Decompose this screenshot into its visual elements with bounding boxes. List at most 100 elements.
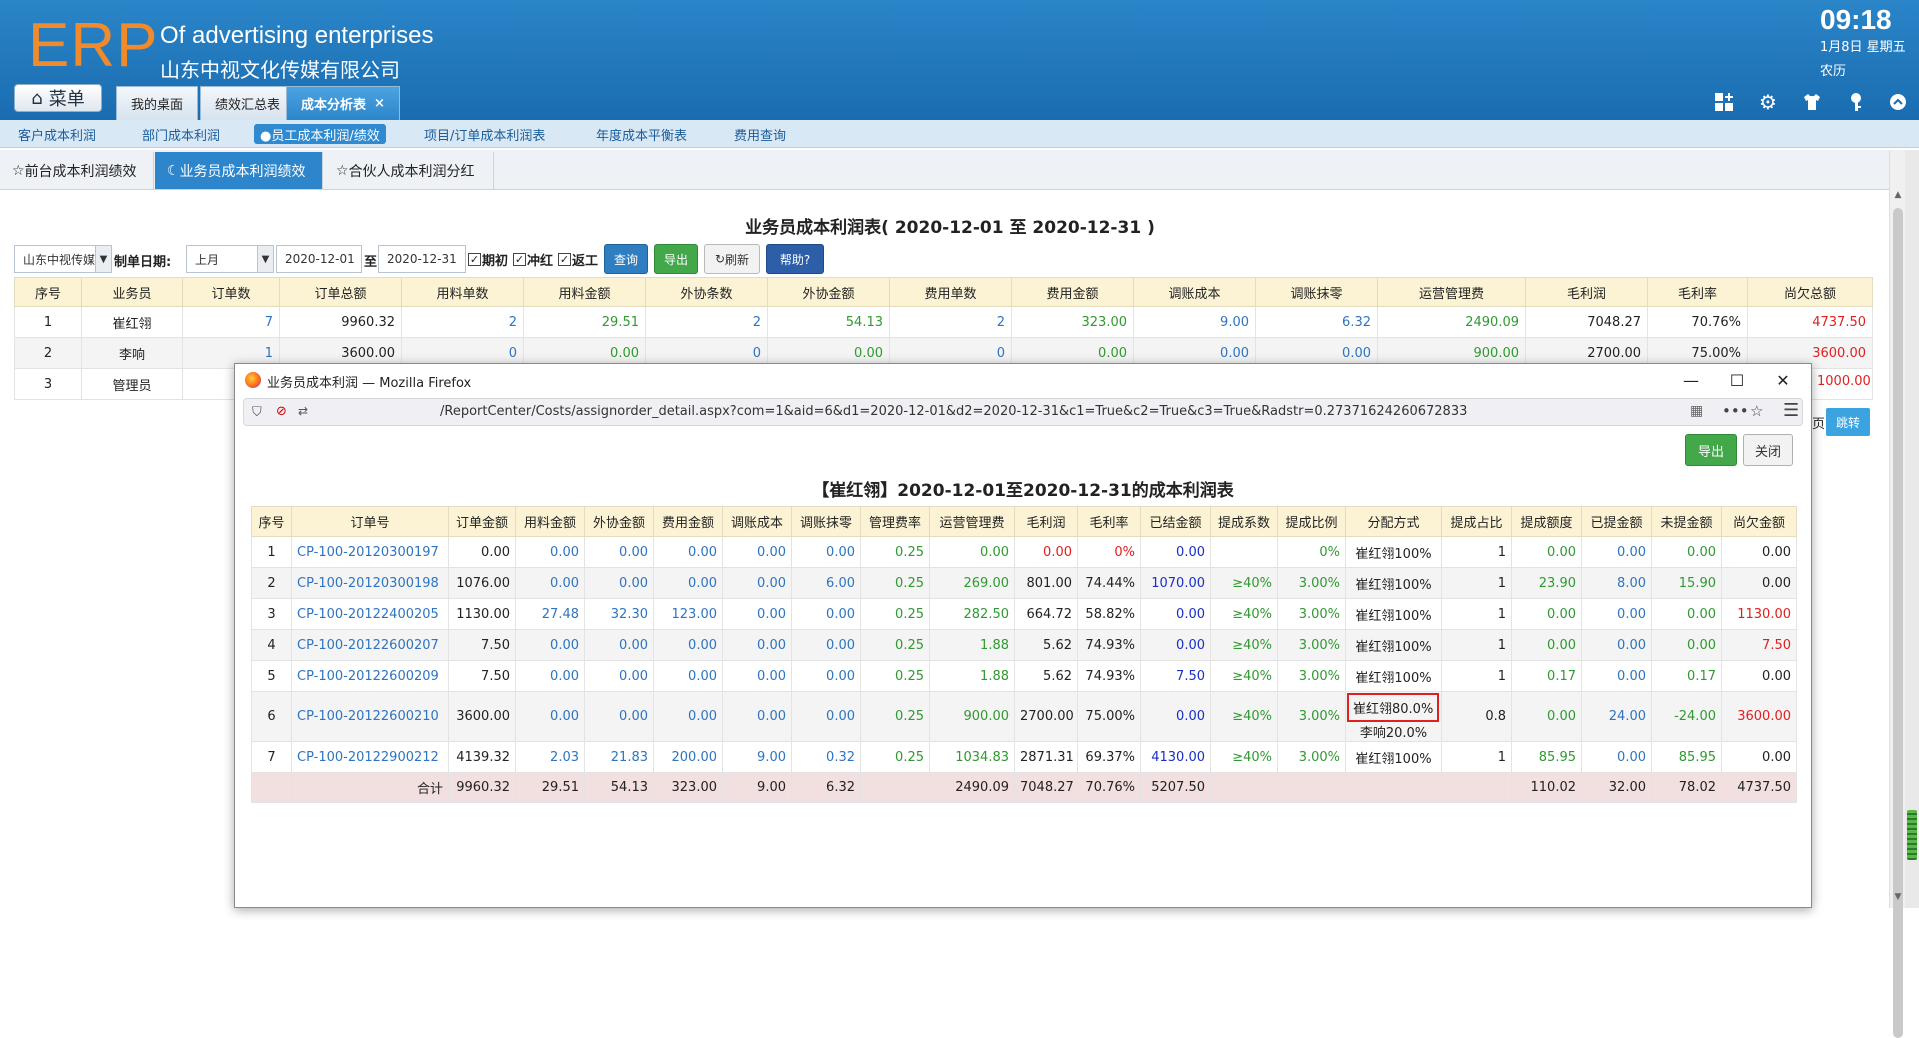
column-header[interactable]: 毛利润 xyxy=(1014,506,1078,537)
table-row[interactable]: 5 CP-100-20122600209 7.50 0.00 0.00 0.00 0.00 0… xyxy=(251,660,1797,692)
url-bar[interactable]: ⛉ ⊘ ⇄ /ReportCenter/Costs/assignorder_de… xyxy=(243,398,1803,426)
table-row[interactable]: 1 崔红翎 7 9960.32 2 29.51 2 54.13 2 323.00… xyxy=(14,306,1873,338)
subnav-expense-query[interactable]: 费用查询 xyxy=(728,124,792,144)
order-number-link[interactable]: CP-100-20122600210 xyxy=(291,691,449,742)
column-header[interactable]: 调账抹零 xyxy=(1255,277,1378,307)
shield-icon[interactable]: ⛉ xyxy=(252,405,262,420)
hamburger-menu-icon[interactable]: ☰ xyxy=(1783,400,1799,421)
date-from-input[interactable]: 2020-12-01 xyxy=(276,245,362,273)
column-header[interactable]: 订单金额 xyxy=(448,506,516,537)
column-header[interactable]: 运营管理费 xyxy=(929,506,1015,537)
url-text[interactable]: /ReportCenter/Costs/assignorder_detail.a… xyxy=(440,404,1467,419)
key-icon[interactable] xyxy=(1844,90,1868,114)
column-header[interactable]: 尚欠总额 xyxy=(1747,277,1873,307)
column-header[interactable]: 调账成本 xyxy=(1133,277,1256,307)
column-header[interactable]: 订单总额 xyxy=(279,277,402,307)
scrollbar-thumb[interactable] xyxy=(1893,208,1903,1038)
scroll-up-icon[interactable]: ▲ xyxy=(1890,190,1906,204)
permissions-icon[interactable]: ⇄ xyxy=(298,404,308,418)
minimize-icon[interactable]: — xyxy=(1671,368,1711,392)
collapse-icon[interactable] xyxy=(1886,90,1910,114)
material-count-link[interactable]: 2 xyxy=(401,306,524,338)
tab-cost-analysis[interactable]: 成本分析表 × xyxy=(286,86,400,120)
tab-salesman-profit[interactable]: ☾ 业务员成本利润绩效 xyxy=(155,152,323,189)
reversal-checkbox[interactable]: ✓ 冲红 xyxy=(513,250,553,269)
page-scrollbar[interactable]: ▲ ▼ xyxy=(1889,150,1906,1038)
column-header[interactable]: 调账成本 xyxy=(722,506,792,537)
expense-count-link[interactable]: 2 xyxy=(889,306,1012,338)
table-row[interactable]: 1 CP-100-20120300197 0.00 0.00 0.00 0.00 0.00 0… xyxy=(251,536,1797,568)
table-row[interactable]: 4 CP-100-20122600207 7.50 0.00 0.00 0.00 0.00 0… xyxy=(251,629,1797,661)
order-number-link[interactable]: CP-100-20122900212 xyxy=(291,741,449,773)
order-count-link[interactable]: 7 xyxy=(182,306,280,338)
bookmark-star-icon[interactable]: ☆ xyxy=(1750,402,1763,420)
order-number-link[interactable]: CP-100-20122600209 xyxy=(291,660,449,692)
insecure-lock-icon[interactable]: ⊘ xyxy=(276,404,287,419)
column-header[interactable]: 用料金额 xyxy=(523,277,646,307)
column-header[interactable]: 未提金额 xyxy=(1651,506,1722,537)
rework-checkbox[interactable]: ✓ 返工 xyxy=(558,250,598,269)
maximize-icon[interactable]: ☐ xyxy=(1717,368,1757,392)
column-header[interactable]: 外协条数 xyxy=(645,277,768,307)
column-header[interactable]: 毛利润 xyxy=(1525,277,1648,307)
column-header[interactable]: 尚欠金额 xyxy=(1721,506,1797,537)
order-number-link[interactable]: CP-100-20120300197 xyxy=(291,536,449,568)
column-header[interactable]: 序号 xyxy=(251,506,292,537)
order-number-link[interactable]: CP-100-20122600207 xyxy=(291,629,449,661)
order-number-link[interactable]: CP-100-20120300198 xyxy=(291,567,449,599)
jump-button[interactable]: 跳转 xyxy=(1826,408,1870,436)
close-icon[interactable]: × xyxy=(374,96,385,111)
more-actions-icon[interactable]: ••• xyxy=(1722,402,1749,420)
adjust-rounding[interactable]: 6.32 xyxy=(1255,306,1378,338)
column-header[interactable]: 订单数 xyxy=(182,277,280,307)
table-row[interactable]: 7 CP-100-20122900212 4139.32 2.03 21.83 200.0… xyxy=(251,741,1797,773)
subnav-department-profit[interactable]: 部门成本利润 xyxy=(136,124,226,144)
column-header[interactable]: 管理费率 xyxy=(860,506,930,537)
popup-export-button[interactable]: 导出 xyxy=(1685,434,1737,466)
popup-close-button[interactable]: 关闭 xyxy=(1743,434,1793,466)
column-header[interactable]: 费用金额 xyxy=(653,506,723,537)
period-select[interactable]: 上月 ▼ xyxy=(186,245,274,273)
qr-code-icon[interactable]: ▦ xyxy=(1690,403,1703,419)
subnav-customer-profit[interactable]: 客户成本利润 xyxy=(12,124,102,144)
menu-button[interactable]: ⌂ 菜单 xyxy=(14,84,102,112)
column-header[interactable]: 调账抹零 xyxy=(791,506,861,537)
opening-checkbox[interactable]: ✓ 期初 xyxy=(468,250,508,269)
table-row[interactable]: 6 CP-100-20122600210 3600.00 0.00 0.00 0.00 0.… xyxy=(251,691,1797,742)
shirt-icon[interactable] xyxy=(1800,90,1824,114)
column-header[interactable]: 外协金额 xyxy=(767,277,890,307)
column-header[interactable]: 分配方式 xyxy=(1345,506,1442,537)
column-header[interactable]: 费用单数 xyxy=(889,277,1012,307)
outsource-count-link[interactable]: 2 xyxy=(645,306,768,338)
refresh-button[interactable]: ↻ 刷新 xyxy=(704,244,760,274)
column-header[interactable]: 用料单数 xyxy=(401,277,524,307)
column-header[interactable]: 费用金额 xyxy=(1011,277,1134,307)
date-to-input[interactable]: 2020-12-31 xyxy=(378,245,466,273)
column-header[interactable]: 毛利率 xyxy=(1647,277,1748,307)
column-header[interactable]: 毛利率 xyxy=(1077,506,1141,537)
subnav-annual-balance[interactable]: 年度成本平衡表 xyxy=(590,124,693,144)
column-header[interactable]: 外协金额 xyxy=(584,506,654,537)
subnav-project-order-profit[interactable]: 项目/订单成本利润表 xyxy=(418,124,551,144)
column-header[interactable]: 运营管理费 xyxy=(1377,277,1526,307)
query-button[interactable]: 查询 xyxy=(604,244,648,274)
column-header[interactable]: 订单号 xyxy=(291,506,449,537)
table-row[interactable]: 2 CP-100-20120300198 1076.00 0.00 0.00 0.00 0.… xyxy=(251,567,1797,599)
column-header[interactable]: 提成比例 xyxy=(1277,506,1346,537)
order-number-link[interactable]: CP-100-20122400205 xyxy=(291,598,449,630)
add-panel-icon[interactable] xyxy=(1712,90,1736,114)
gear-icon[interactable]: ⚙ xyxy=(1756,90,1780,114)
window-titlebar[interactable]: 业务员成本利润 — Mozilla Firefox — ☐ ✕ xyxy=(235,364,1811,396)
adjust-cost[interactable]: 9.00 xyxy=(1133,306,1256,338)
tab-my-desktop[interactable]: 我的桌面 xyxy=(116,86,199,120)
column-header[interactable]: 提成系数 xyxy=(1210,506,1278,537)
column-header[interactable]: 已结金额 xyxy=(1140,506,1211,537)
tab-front-desk-profit[interactable]: ☆ 前台成本利润绩效 xyxy=(0,152,154,189)
column-header[interactable]: 已提金额 xyxy=(1581,506,1652,537)
column-header[interactable]: 用料金额 xyxy=(515,506,585,537)
help-button[interactable]: 帮助? xyxy=(766,244,824,274)
column-header[interactable]: 提成占比 xyxy=(1441,506,1512,537)
scroll-down-icon[interactable]: ▼ xyxy=(1890,892,1906,906)
column-header[interactable]: 序号 xyxy=(14,277,82,307)
tab-partner-dividend[interactable]: ☆ 合伙人成本利润分红 xyxy=(324,152,494,189)
